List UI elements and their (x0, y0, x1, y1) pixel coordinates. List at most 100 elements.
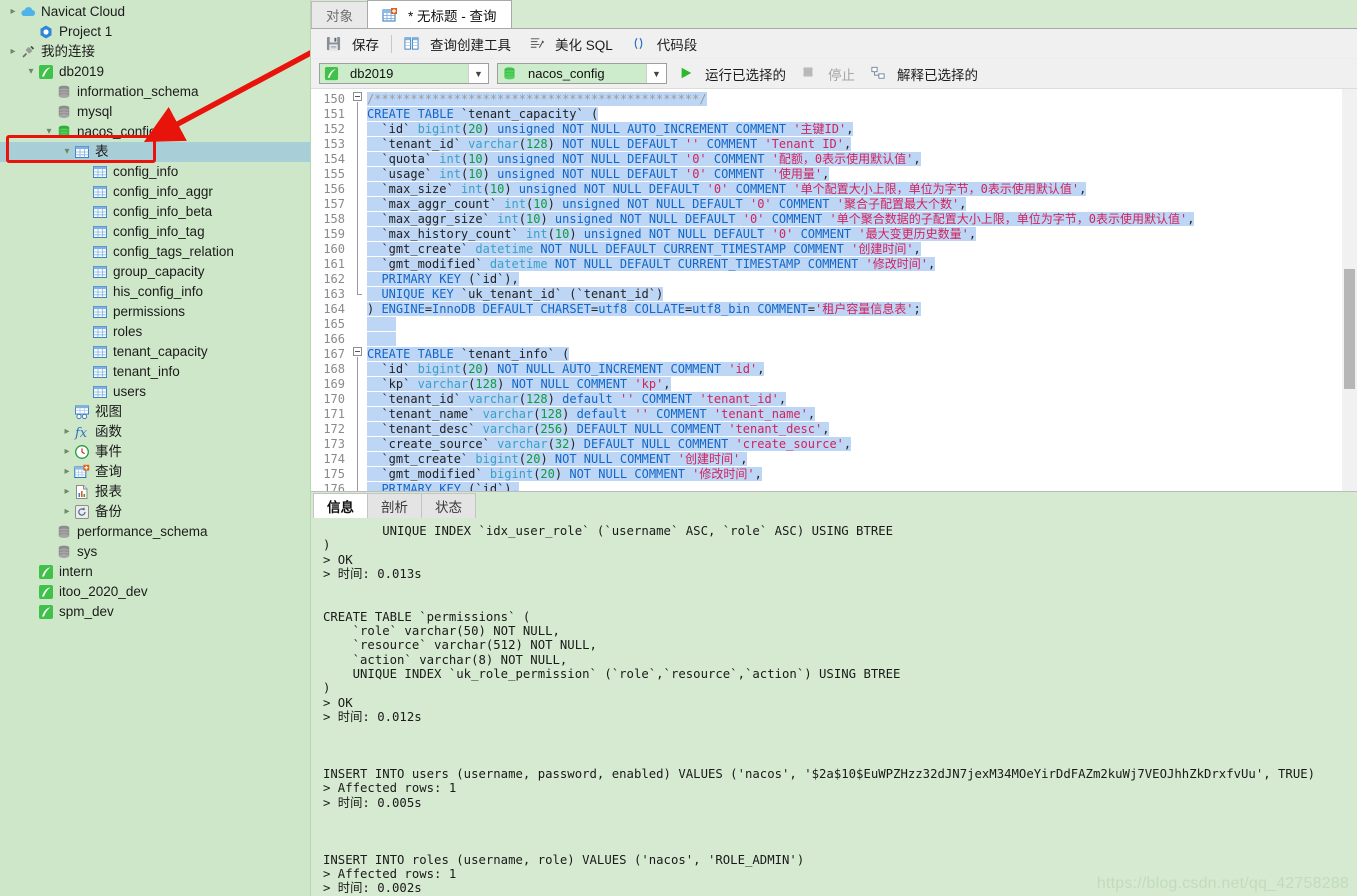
tree-item-[interactable]: 视图 (0, 402, 310, 422)
tree-item-[interactable]: ▾ 表 (0, 142, 310, 162)
tree-item-intern[interactable]: intern (0, 562, 310, 582)
code-line[interactable]: `gmt_create` bigint(20) NOT NULL COMMENT… (367, 452, 1357, 467)
tree-item-config_tags_relation[interactable]: config_tags_relation (0, 242, 310, 262)
tree-item-roles[interactable]: roles (0, 322, 310, 342)
code-line[interactable]: CREATE TABLE `tenant_info` ( (367, 347, 1357, 362)
code-line[interactable]: PRIMARY KEY (`id`), (367, 482, 1357, 491)
code-line[interactable]: `id` bigint(20) NOT NULL AUTO_INCREMENT … (367, 362, 1357, 377)
tree-item-[interactable]: ▸ 备份 (0, 502, 310, 522)
query-builder-button[interactable]: 查询创建工具 (395, 32, 520, 56)
chevron-right-icon[interactable]: ▸ (60, 422, 74, 442)
tree-item-config_info_tag[interactable]: config_info_tag (0, 222, 310, 242)
beautify-sql-button[interactable]: 美化 SQL (520, 32, 622, 56)
code-line[interactable]: UNIQUE KEY `uk_tenant_id` (`tenant_id`) (367, 287, 1357, 302)
connection-tree[interactable]: ▸ Navicat Cloud Project 1 ▸ 我的连接 ▾ db2019 infor… (0, 0, 310, 622)
code-line[interactable]: `create_source` varchar(32) DEFAULT NULL… (367, 437, 1357, 452)
tree-item-db2019[interactable]: ▾ db2019 (0, 62, 310, 82)
chevron-right-icon[interactable]: ▸ (60, 462, 74, 482)
code-line[interactable]: /***************************************… (367, 92, 1357, 107)
database-select[interactable]: nacos_config ▼ (497, 63, 667, 84)
tree-item-label: permissions (113, 304, 186, 319)
code-line[interactable]: `usage` int(10) unsigned NOT NULL DEFAUL… (367, 167, 1357, 182)
code-line[interactable]: `quota` int(10) unsigned NOT NULL DEFAUL… (367, 152, 1357, 167)
tree-item-config_info[interactable]: config_info (0, 162, 310, 182)
tree-item-mysql[interactable]: mysql (0, 102, 310, 122)
tab-objects[interactable]: 对象 (311, 1, 368, 28)
tree-item-nacos_config[interactable]: ▾ nacos_config (0, 122, 310, 142)
code-line[interactable]: `gmt_modified` bigint(20) NOT NULL COMME… (367, 467, 1357, 482)
fold-toggle-icon-2[interactable] (353, 347, 362, 356)
code-line[interactable]: `id` bigint(20) unsigned NOT NULL AUTO_I… (367, 122, 1357, 137)
tree-item-performance_schema[interactable]: performance_schema (0, 522, 310, 542)
code-line[interactable]: `tenant_desc` varchar(256) DEFAULT NULL … (367, 422, 1357, 437)
code-line[interactable] (367, 332, 1357, 347)
message-line: INSERT INTO roles (username, role) VALUE… (323, 852, 805, 867)
code-line[interactable]: `tenant_id` varchar(128) NOT NULL DEFAUL… (367, 137, 1357, 152)
code-line[interactable]: `gmt_modified` datetime NOT NULL DEFAULT… (367, 257, 1357, 272)
chevron-right-icon[interactable]: ▸ (60, 482, 74, 502)
tree-item-tenant_capacity[interactable]: tenant_capacity (0, 342, 310, 362)
code-line[interactable]: `tenant_name` varchar(128) default '' CO… (367, 407, 1357, 422)
save-button[interactable]: 保存 (317, 32, 388, 56)
results-tab-2[interactable]: 状态 (421, 493, 476, 518)
tree-item-config_info_aggr[interactable]: config_info_aggr (0, 182, 310, 202)
tree-item-label: users (113, 384, 147, 399)
chevron-down-icon[interactable]: ▾ (24, 62, 38, 82)
code-line[interactable]: `max_history_count` int(10) unsigned NOT… (367, 227, 1357, 242)
snippet-button[interactable]: 代码段 (622, 32, 707, 56)
results-tab-0[interactable]: 信息 (313, 493, 368, 518)
code-line[interactable]: CREATE TABLE `tenant_capacity` ( (367, 107, 1357, 122)
code-line[interactable]: `max_aggr_size` int(10) unsigned NOT NUL… (367, 212, 1357, 227)
chevron-down-icon[interactable]: ▾ (42, 122, 56, 142)
code-line[interactable]: ) ENGINE=InnoDB DEFAULT CHARSET=utf8 COL… (367, 302, 1357, 317)
sql-code-area[interactable]: /***************************************… (367, 89, 1357, 491)
tree-item-group_capacity[interactable]: group_capacity (0, 262, 310, 282)
code-line[interactable]: `gmt_create` datetime NOT NULL DEFAULT C… (367, 242, 1357, 257)
tree-item-[interactable]: ▸ 事件 (0, 442, 310, 462)
tree-item-[interactable]: ▸ fx 函数 (0, 422, 310, 442)
tree-item-[interactable]: ▸ 报表 (0, 482, 310, 502)
results-tab-strip[interactable]: 信息 剖析 状态 (311, 492, 1357, 518)
code-line[interactable]: PRIMARY KEY (`id`), (367, 272, 1357, 287)
run-selected-button[interactable]: 运行已选择的 (675, 64, 790, 84)
message-log[interactable]: UNIQUE INDEX `idx_user_role` (`username`… (311, 518, 1357, 896)
code-line[interactable]: `tenant_id` varchar(128) default '' COMM… (367, 392, 1357, 407)
connection-select-chevron-down-icon[interactable]: ▼ (468, 64, 488, 83)
chevron-right-icon[interactable]: ▸ (6, 42, 20, 62)
tree-item-Project1[interactable]: Project 1 (0, 22, 310, 42)
fold-toggle-icon[interactable] (353, 92, 362, 101)
tree-item-information_schema[interactable]: information_schema (0, 82, 310, 102)
tree-item-users[interactable]: users (0, 382, 310, 402)
tree-item-config_info_beta[interactable]: config_info_beta (0, 202, 310, 222)
tree-item-spm_dev[interactable]: spm_dev (0, 602, 310, 622)
chevron-right-icon[interactable]: ▸ (6, 2, 20, 22)
tree-item-NavicatCloud[interactable]: ▸ Navicat Cloud (0, 2, 310, 22)
chevron-right-icon[interactable]: ▸ (60, 502, 74, 522)
fold-margin[interactable] (351, 89, 367, 491)
database-select-chevron-down-icon[interactable]: ▼ (646, 64, 666, 83)
connection-toolbar[interactable]: db2019 ▼ nacos_config ▼ 运行已选择的 停止 解释已选择的 (311, 59, 1357, 89)
code-line[interactable]: `kp` varchar(128) NOT NULL COMMENT 'kp', (367, 377, 1357, 392)
object-tree-sidebar[interactable]: ▸ Navicat Cloud Project 1 ▸ 我的连接 ▾ db2019 infor… (0, 0, 311, 896)
tree-item-[interactable]: ▸ 查询 (0, 462, 310, 482)
results-tab-1[interactable]: 剖析 (367, 493, 422, 518)
sql-editor[interactable]: 150 151 152 153 154 155 156 157 158 159 160 161 162 1… (311, 89, 1357, 491)
chevron-down-icon[interactable]: ▾ (60, 142, 74, 162)
tree-item-tenant_info[interactable]: tenant_info (0, 362, 310, 382)
explain-selected-button[interactable]: 解释已选择的 (867, 64, 982, 84)
code-line[interactable] (367, 317, 1357, 332)
code-line[interactable]: `max_size` int(10) unsigned NOT NULL DEF… (367, 182, 1357, 197)
editor-vertical-scrollbar[interactable] (1342, 89, 1357, 491)
chevron-right-icon[interactable]: ▸ (60, 442, 74, 462)
tree-item-sys[interactable]: sys (0, 542, 310, 562)
tab-query[interactable]: * 无标题 - 查询 (367, 0, 512, 28)
connection-select[interactable]: db2019 ▼ (319, 63, 489, 84)
tree-item-permissions[interactable]: permissions (0, 302, 310, 322)
tree-item-itoo_2020_dev[interactable]: itoo_2020_dev (0, 582, 310, 602)
tree-item-his_config_info[interactable]: his_config_info (0, 282, 310, 302)
editor-scrollbar-thumb[interactable] (1344, 269, 1355, 389)
code-line[interactable]: `max_aggr_count` int(10) unsigned NOT NU… (367, 197, 1357, 212)
tree-item-[interactable]: ▸ 我的连接 (0, 42, 310, 62)
query-toolbar[interactable]: 保存 查询创建工具 美化 SQL 代码段 (311, 29, 1357, 59)
editor-tab-strip[interactable]: 对象 * 无标题 - 查询 (311, 0, 1357, 29)
